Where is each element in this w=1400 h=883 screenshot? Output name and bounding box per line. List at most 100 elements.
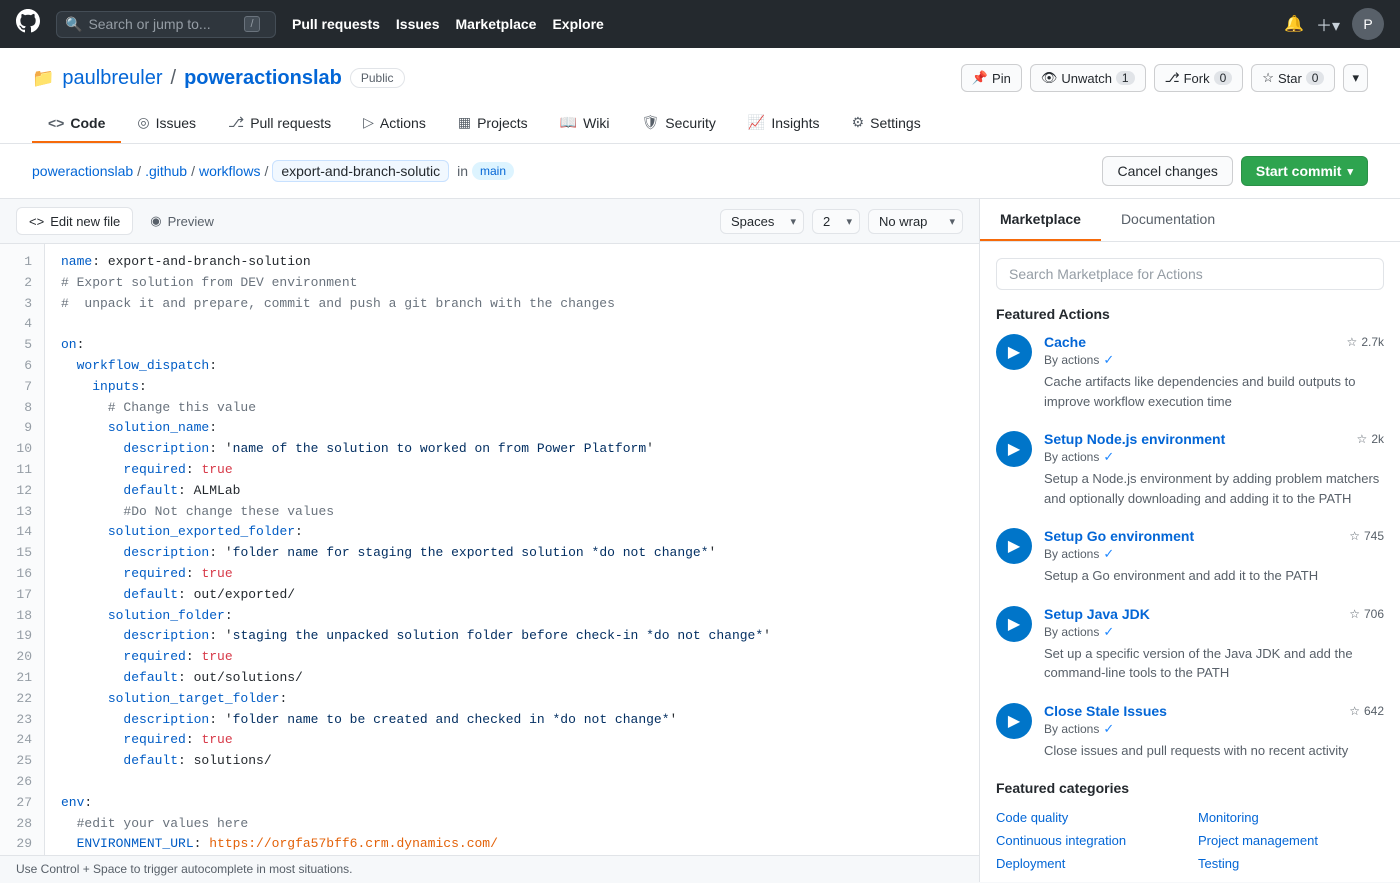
preview-icon: ◉ xyxy=(150,213,161,229)
breadcrumb-filename[interactable]: export-and-branch-solutic xyxy=(272,160,449,182)
github-logo[interactable] xyxy=(16,9,40,40)
action-description: Setup a Go environment and add it to the… xyxy=(1044,566,1384,586)
tab-security[interactable]: 🛡 Security xyxy=(626,104,732,143)
marketplace-tabs: Marketplace Documentation xyxy=(980,199,1400,242)
fork-button[interactable]: ⎇ Fork 0 xyxy=(1154,64,1244,92)
play-icon: ▶ xyxy=(1008,614,1020,634)
marketplace-pane: Marketplace Documentation Featured Actio… xyxy=(980,199,1400,882)
category-deployment[interactable]: Deployment xyxy=(996,854,1182,873)
tab-settings[interactable]: ⚙ Settings xyxy=(836,104,937,143)
action-icon: ▶ xyxy=(996,606,1032,642)
star-icon: ☆ xyxy=(1262,70,1274,86)
branch-info: in main xyxy=(457,162,514,180)
category-testing[interactable]: Testing xyxy=(1198,854,1384,873)
play-icon: ▶ xyxy=(1008,711,1020,731)
in-label: in xyxy=(457,163,468,179)
verified-icon: ✓ xyxy=(1103,546,1114,562)
action-icon: ▶ xyxy=(996,528,1032,564)
notifications-icon[interactable]: 🔔 xyxy=(1284,14,1304,34)
action-item: ▶ Setup Java JDK ☆ 706 By actions ✓ Set … xyxy=(996,606,1384,683)
wrap-select[interactable]: No wrap Soft wrap xyxy=(868,209,963,234)
code-editor[interactable]: 1234567891011121314151617181920212223242… xyxy=(0,244,979,855)
action-name[interactable]: Setup Java JDK xyxy=(1044,606,1150,622)
issues-link[interactable]: Issues xyxy=(396,16,440,32)
action-name[interactable]: Setup Node.js environment xyxy=(1044,431,1225,447)
cancel-changes-button[interactable]: Cancel changes xyxy=(1102,156,1232,186)
pr-icon: ⎇ xyxy=(228,114,244,131)
action-details: Cache ☆ 2.7k By actions ✓ Cache artifact… xyxy=(1044,334,1384,411)
branch-name: main xyxy=(472,162,514,180)
eye-icon: 👁 xyxy=(1041,70,1058,86)
action-name[interactable]: Close Stale Issues xyxy=(1044,703,1167,719)
action-icon: ▶ xyxy=(996,703,1032,739)
action-by: By actions ✓ xyxy=(1044,449,1384,465)
action-name[interactable]: Cache xyxy=(1044,334,1086,350)
indent-select[interactable]: 2 4 xyxy=(812,209,860,234)
repo-owner-link[interactable]: paulbreuler xyxy=(62,67,162,90)
pin-button[interactable]: 📌 Pin xyxy=(961,64,1022,92)
issues-icon: ◎ xyxy=(137,114,149,131)
security-icon: 🛡 xyxy=(642,114,660,131)
category-code-quality[interactable]: Code quality xyxy=(996,808,1182,827)
add-icon[interactable]: ＋▾ xyxy=(1316,12,1340,36)
tab-edit-new-file[interactable]: <> Edit new file xyxy=(16,207,133,235)
action-name[interactable]: Setup Go environment xyxy=(1044,528,1194,544)
action-description: Setup a Node.js environment by adding pr… xyxy=(1044,469,1384,508)
code-content[interactable]: name: export-and-branch-solution# Export… xyxy=(45,244,979,855)
action-by: By actions ✓ xyxy=(1044,721,1384,737)
spaces-select[interactable]: Spaces Tabs xyxy=(720,209,804,234)
play-icon: ▶ xyxy=(1008,439,1020,459)
breadcrumb: poweractionslab / .github / workflows / … xyxy=(32,160,449,182)
tab-documentation[interactable]: Documentation xyxy=(1101,199,1235,241)
visibility-badge: Public xyxy=(350,68,405,88)
editor-container: <> Edit new file ◉ Preview Spaces Tabs xyxy=(0,199,1400,882)
search-box[interactable]: 🔍 / xyxy=(56,11,276,38)
action-by: By actions ✓ xyxy=(1044,624,1384,640)
breadcrumb-owner[interactable]: poweractionslab xyxy=(32,163,133,179)
title-separator: / xyxy=(171,67,177,90)
start-commit-button[interactable]: Start commit ▾ xyxy=(1241,156,1368,186)
category-monitoring[interactable]: Monitoring xyxy=(1198,808,1384,827)
repo-actions: 📌 Pin 👁 Unwatch 1 ⎇ Fork 0 ☆ Star 0 ▾ xyxy=(961,64,1368,92)
editor-footer: Use Control + Space to trigger autocompl… xyxy=(0,855,979,882)
tab-issues[interactable]: ◎ Issues xyxy=(121,104,212,143)
breadcrumb-folder1[interactable]: .github xyxy=(145,163,187,179)
tab-pull-requests[interactable]: ⎇ Pull requests xyxy=(212,104,347,143)
marketplace-link[interactable]: Marketplace xyxy=(456,16,537,32)
breadcrumb-folder2[interactable]: workflows xyxy=(199,163,260,179)
tab-actions[interactable]: ▷ Actions xyxy=(347,104,442,143)
pull-requests-link[interactable]: Pull requests xyxy=(292,16,380,32)
action-stars: ☆ 706 xyxy=(1349,607,1384,621)
tab-projects[interactable]: ▦ Projects xyxy=(442,104,544,143)
star-count: 0 xyxy=(1306,71,1325,85)
action-item: ▶ Cache ☆ 2.7k By actions ✓ Cache artifa… xyxy=(996,334,1384,411)
repo-nav: <> Code ◎ Issues ⎇ Pull requests ▷ Actio… xyxy=(32,104,1368,143)
unwatch-button[interactable]: 👁 Unwatch 1 xyxy=(1030,64,1146,92)
tab-preview[interactable]: ◉ Preview xyxy=(137,207,227,235)
search-input[interactable] xyxy=(88,16,238,32)
repo-name-link[interactable]: poweractionslab xyxy=(184,67,342,90)
explore-link[interactable]: Explore xyxy=(552,16,603,32)
action-icon: ▶ xyxy=(996,431,1032,467)
breadcrumb-sep2: / xyxy=(191,163,195,179)
avatar[interactable]: P xyxy=(1352,8,1384,40)
marketplace-search[interactable] xyxy=(996,258,1384,290)
action-details: Close Stale Issues ☆ 642 By actions ✓ Cl… xyxy=(1044,703,1384,761)
star-button[interactable]: ☆ Star 0 xyxy=(1251,64,1335,92)
star-icon-small: ☆ xyxy=(1347,335,1358,349)
category-project-management[interactable]: Project management xyxy=(1198,831,1384,850)
marketplace-content: Featured Actions ▶ Cache ☆ 2.7k By actio… xyxy=(980,242,1400,882)
verified-icon: ✓ xyxy=(1103,352,1114,368)
categories-grid: Code quality Monitoring Continuous integra… xyxy=(996,808,1384,873)
repo-dropdown-button[interactable]: ▾ xyxy=(1343,64,1368,92)
code-pane: <> Edit new file ◉ Preview Spaces Tabs xyxy=(0,199,980,882)
tab-code[interactable]: <> Code xyxy=(32,104,121,143)
verified-icon: ✓ xyxy=(1103,449,1114,465)
play-icon: ▶ xyxy=(1008,536,1020,556)
tab-marketplace[interactable]: Marketplace xyxy=(980,199,1101,241)
star-icon-small: ☆ xyxy=(1357,432,1368,446)
tab-wiki[interactable]: 📖 Wiki xyxy=(544,104,626,143)
tab-insights[interactable]: 📈 Insights xyxy=(732,104,836,143)
action-by: By actions ✓ xyxy=(1044,546,1384,562)
category-continuous-integration[interactable]: Continuous integration xyxy=(996,831,1182,850)
